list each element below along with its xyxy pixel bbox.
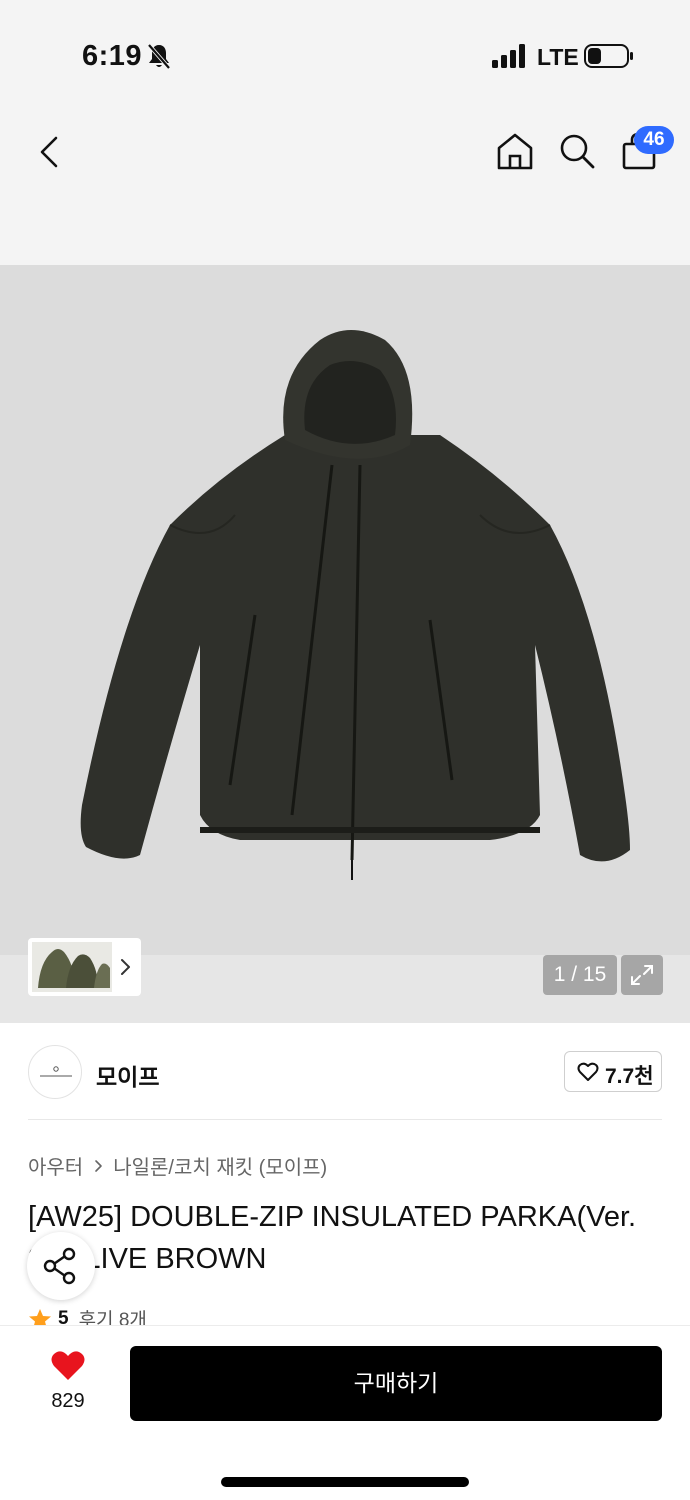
home-button[interactable] (494, 130, 536, 172)
thumbnail-image (32, 942, 112, 992)
product-like-button[interactable]: 829 (30, 1346, 106, 1422)
bottom-action-bar: 829 구매하기 (0, 1325, 690, 1500)
brand-like-button[interactable]: 7.7천 (564, 1051, 662, 1092)
nav-bar: 46 (0, 110, 690, 265)
product-title: [AW25] DOUBLE-ZIP INSULATED PARKA(Ver. 2… (28, 1201, 637, 1275)
search-button[interactable] (556, 130, 598, 172)
breadcrumb-subcategory[interactable]: 나일론/코치 재킷 (모이프) (113, 1151, 327, 1180)
divider (28, 1119, 662, 1120)
brand-logo-mark (40, 1066, 72, 1077)
network-type: LTE (537, 44, 579, 70)
buy-button[interactable]: 구매하기 (130, 1346, 662, 1421)
product-image[interactable] (60, 315, 640, 895)
breadcrumb: 아우터 나일론/코치 재킷 (모이프) (28, 1151, 327, 1180)
signal-icon (492, 44, 525, 68)
cart-count-badge: 46 (634, 126, 674, 154)
product-image-gallery[interactable]: 1 / 15 (0, 265, 690, 1023)
share-icon (43, 1247, 76, 1285)
expand-button[interactable] (621, 955, 663, 995)
home-indicator (221, 1477, 469, 1487)
bell-off-icon (147, 43, 171, 70)
share-button[interactable] (27, 1232, 95, 1300)
heart-filled-icon (51, 1351, 85, 1380)
battery-icon (584, 44, 633, 68)
heart-outline-icon (577, 1062, 599, 1081)
status-bar: 6:19 LTE (0, 0, 690, 110)
chevron-right-icon[interactable] (118, 955, 134, 979)
status-time: 6:19 (82, 40, 143, 72)
brand-like-count: 7.7천 (605, 1065, 654, 1088)
brand-name[interactable]: 모이프 (96, 1058, 159, 1092)
chevron-right-icon (95, 1159, 103, 1172)
back-button[interactable] (30, 130, 70, 174)
image-page-counter: 1 / 15 (543, 955, 617, 995)
product-like-count: 829 (51, 1390, 85, 1412)
brand-logo[interactable] (28, 1045, 82, 1099)
breadcrumb-category[interactable]: 아우터 (28, 1151, 83, 1180)
